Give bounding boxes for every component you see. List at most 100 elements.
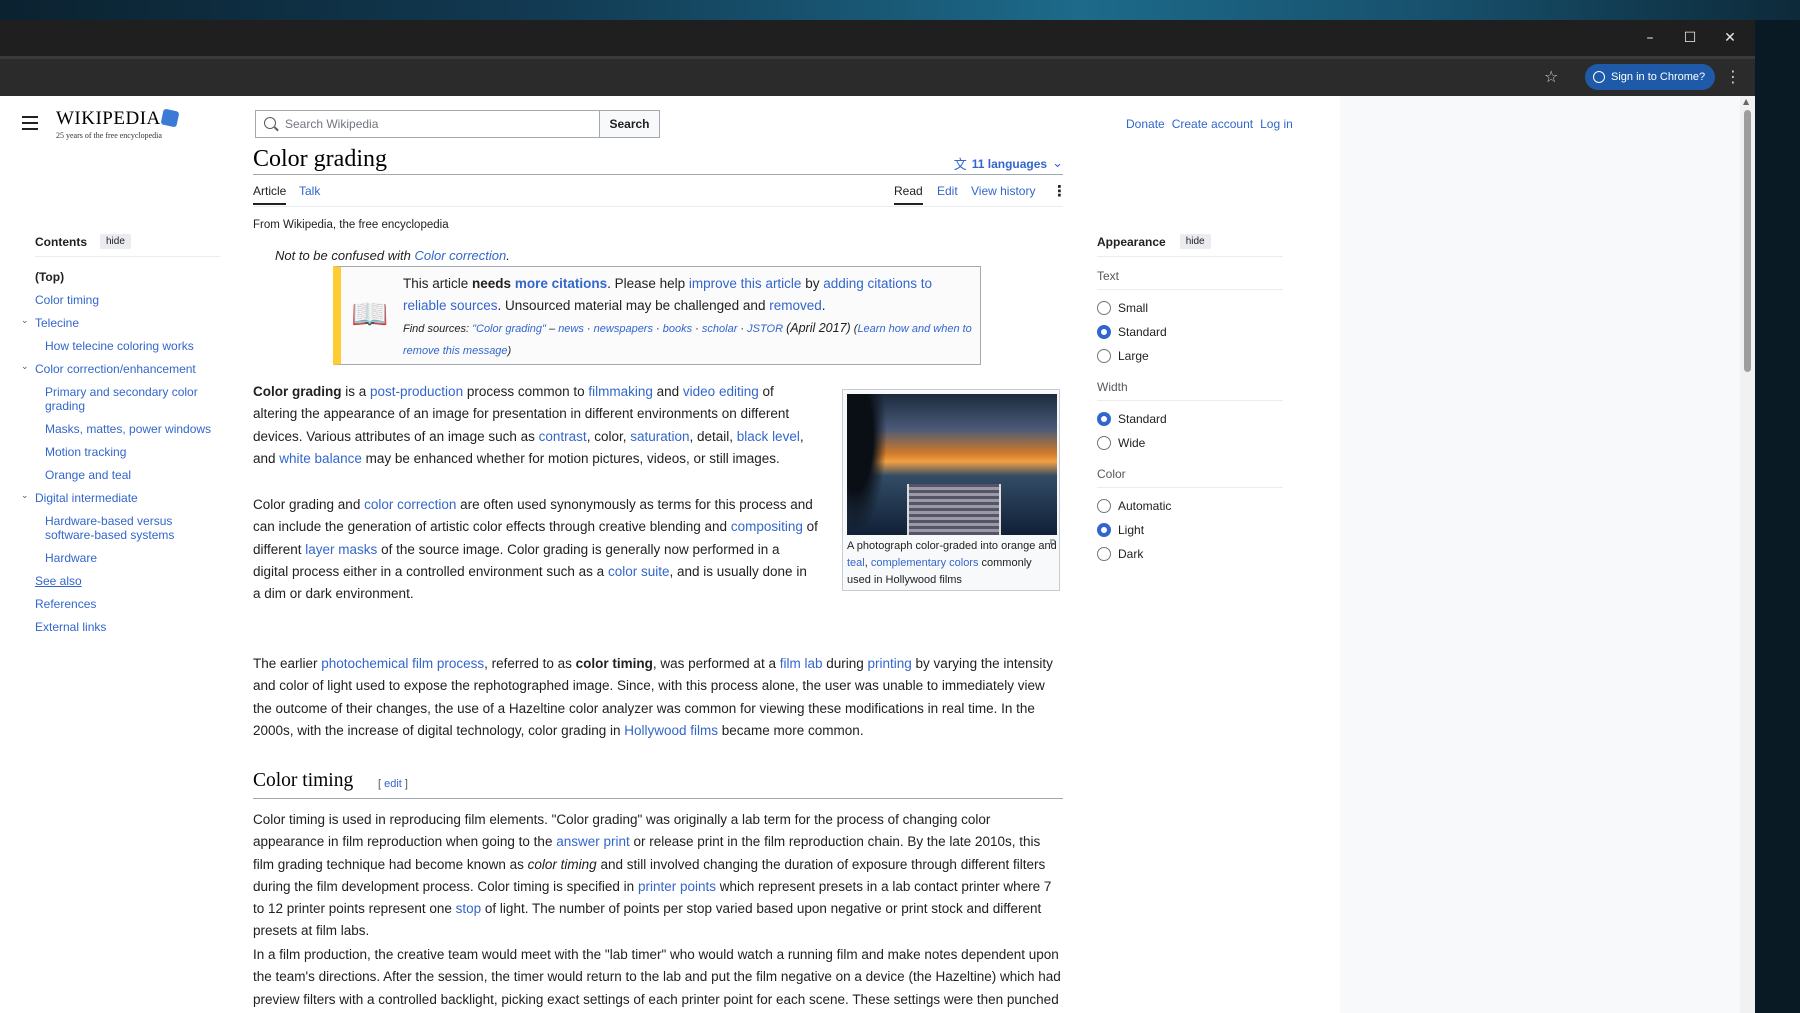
radio-button[interactable] (1097, 325, 1111, 339)
radio-option[interactable]: Light (1097, 518, 1283, 542)
find-sources-label: Find sources: (403, 323, 473, 335)
tab-article[interactable]: Article (253, 184, 287, 205)
toc-item[interactable]: External links (35, 615, 220, 638)
desktop-edge (1755, 20, 1800, 1013)
log-in-link[interactable]: Log in (1260, 117, 1293, 131)
radio-option[interactable]: Small (1097, 296, 1283, 320)
radio-button[interactable] (1097, 412, 1111, 426)
tab-view-history[interactable]: View history (971, 184, 1035, 198)
search-input[interactable]: Search Wikipedia (285, 117, 378, 131)
toc-item[interactable]: Color timing (35, 288, 220, 311)
tab-edit[interactable]: Edit (937, 184, 958, 198)
toc-item[interactable]: (Top) (35, 265, 220, 288)
removed-link[interactable]: removed (769, 298, 822, 313)
appearance-panel: Appearance hide Text Small Standard Large Wi… (1097, 234, 1283, 566)
hatnote-link[interactable]: Color correction (414, 248, 506, 263)
chevron-down-icon: ⌄ (1052, 156, 1063, 171)
hatnote-prefix: Not to be confused with (275, 248, 415, 263)
search-field[interactable]: Search Wikipedia (255, 110, 599, 138)
tab-talk[interactable]: Talk (299, 184, 320, 198)
appearance-hide-button[interactable]: hide (1179, 234, 1211, 249)
toc-item[interactable]: See also (35, 569, 220, 592)
toc-item-label: Primary and secondary color grading (45, 385, 198, 413)
tab-read[interactable]: Read (894, 184, 923, 205)
notice-text: This article (403, 276, 473, 291)
find-sources-query[interactable]: "Color grading" (472, 323, 546, 335)
toc-item-label: Hardware (45, 551, 98, 565)
radio-button[interactable] (1097, 436, 1111, 450)
section-edit[interactable]: [ edit ] (378, 778, 408, 790)
sign-in-button[interactable]: Sign in to Chrome? (1585, 64, 1716, 90)
donate-link[interactable]: Donate (1126, 117, 1165, 131)
notice-needs: needs (472, 276, 515, 291)
toc-item[interactable]: ⌄ Telecine (21, 311, 220, 334)
radio-option[interactable]: Dark (1097, 542, 1283, 566)
radio-option[interactable]: Large (1097, 344, 1283, 368)
toc-item[interactable]: How telecine coloring works (35, 334, 220, 357)
close-button[interactable]: ✕ (1710, 20, 1750, 56)
figure: A photograph color-graded into orange an… (842, 389, 1060, 591)
toc-item-label: External links (35, 620, 107, 634)
toc-item[interactable]: Hardware-based versus software-based sys… (35, 509, 220, 546)
source-link-scholar[interactable]: scholar (702, 323, 737, 335)
improve-article-link[interactable]: improve this article (689, 276, 802, 291)
chevron-down-icon[interactable]: ⌄ (21, 360, 29, 374)
toc-item[interactable]: Hardware (35, 546, 220, 569)
toc-item[interactable]: Masks, mattes, power windows (35, 417, 220, 440)
source-link-newspapers[interactable]: newspapers (594, 323, 653, 335)
caption-text: A photograph color-graded into orange an… (847, 540, 1057, 552)
radio-option[interactable]: Automatic (1097, 494, 1283, 518)
maximize-button[interactable]: ☐ (1670, 20, 1710, 56)
appearance-group-label: Text (1097, 269, 1283, 290)
scrollbar[interactable]: ▲ (1740, 96, 1755, 1013)
toc-item[interactable]: ⌄ Color correction/enhancement (21, 357, 220, 380)
chevron-down-icon[interactable]: ⌄ (21, 314, 29, 328)
hatnote: Not to be confused with Color correction… (275, 248, 510, 263)
title-row: Color grading 文 11 languages ⌄ (253, 146, 1063, 175)
enlarge-icon[interactable]: ⧉ (1050, 538, 1056, 548)
account-icon (1593, 71, 1605, 83)
radio-button[interactable] (1097, 301, 1111, 315)
radio-label: Automatic (1118, 499, 1172, 513)
scroll-thumb[interactable] (1744, 110, 1751, 372)
source-link-books[interactable]: books (663, 323, 692, 335)
main-menu-icon[interactable] (22, 116, 38, 134)
edit-link[interactable]: edit (384, 778, 402, 790)
paragraph: Color timing is used in reproducing film… (253, 812, 1052, 939)
languages-button[interactable]: 文 11 languages ⌄ (954, 154, 1063, 173)
toc-hide-button[interactable]: hide (100, 234, 131, 249)
radio-button[interactable] (1097, 349, 1111, 363)
radio-button[interactable] (1097, 547, 1111, 561)
wikipedia-logo[interactable]: WIKIPEDIA 25 years of the free encyclope… (56, 108, 180, 140)
scroll-up-icon[interactable]: ▲ (1743, 97, 1749, 106)
chevron-down-icon[interactable]: ⌄ (21, 489, 29, 503)
teal-link[interactable]: teal (847, 557, 865, 569)
complementary-colors-link[interactable]: complementary colors (871, 557, 979, 569)
search-button[interactable]: Search (599, 110, 660, 138)
toc-item[interactable]: References (35, 592, 220, 615)
radio-option[interactable]: Wide (1097, 431, 1283, 455)
notice-text: by (801, 276, 824, 291)
star-icon[interactable]: ☆ (1544, 67, 1558, 86)
appearance-title: Appearance (1097, 234, 1166, 249)
create-account-link[interactable]: Create account (1172, 117, 1253, 131)
radio-button[interactable] (1097, 523, 1111, 537)
radio-button[interactable] (1097, 499, 1111, 513)
sunset-photo[interactable] (847, 394, 1057, 535)
site-subtitle: From Wikipedia, the free encyclopedia (253, 219, 449, 231)
source-link-jstor[interactable]: JSTOR (747, 323, 783, 335)
kebab-icon[interactable]: ⋮ (1725, 67, 1741, 86)
toc-item[interactable]: Motion tracking (35, 440, 220, 463)
more-citations-link[interactable]: more citations (515, 276, 607, 291)
toc-item-label: References (35, 597, 97, 611)
radio-option[interactable]: Standard (1097, 407, 1283, 431)
radio-option[interactable]: Standard (1097, 320, 1283, 344)
citation-notice: 📖 This article needs more citations. Ple… (333, 266, 981, 365)
toc-item[interactable]: Primary and secondary color grading (35, 380, 220, 417)
more-tools-icon[interactable]: ⋮ (1052, 182, 1067, 200)
page-tabs: Article Talk Read Edit View history ⋮ (253, 182, 1067, 207)
toc-item[interactable]: ⌄ Digital intermediate (21, 486, 220, 509)
source-link-news[interactable]: news (558, 323, 584, 335)
minimize-button[interactable]: – (1630, 20, 1670, 56)
toc-item[interactable]: Orange and teal (35, 463, 220, 486)
